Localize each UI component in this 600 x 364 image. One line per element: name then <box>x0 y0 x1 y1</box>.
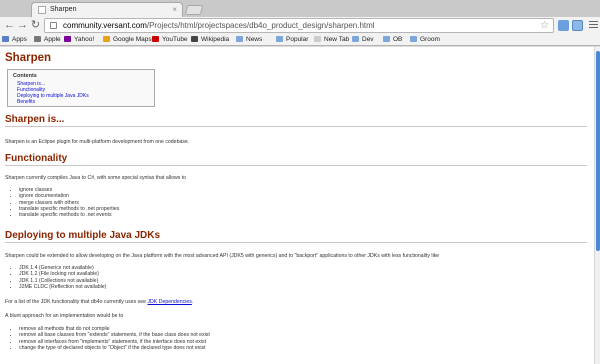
bookmark-item[interactable]: Dev <box>352 35 374 45</box>
tab-strip: Sharpen × <box>0 0 600 17</box>
bookmark-item[interactable]: Google Maps <box>103 35 152 45</box>
bookmark-label: New Tab <box>324 36 350 43</box>
reload-icon[interactable]: ↻ <box>29 19 42 32</box>
folder-icon <box>236 36 243 42</box>
list-item: remove all base classes from "extends" s… <box>19 332 210 338</box>
url-text: community.versant.com/Projects/html/proj… <box>63 19 375 32</box>
youtube-icon <box>152 36 159 42</box>
bookmark-label: OB <box>393 36 403 43</box>
list-item: J2ME CLDC (Reflection not available) <box>19 284 106 290</box>
folder-icon <box>276 36 283 42</box>
bookmark-item[interactable]: Apple <box>34 35 61 45</box>
folder-icon <box>410 36 417 42</box>
bookmark-star-icon[interactable]: ☆ <box>540 19 549 32</box>
toc-link[interactable]: Benefits <box>13 99 149 105</box>
extension-icon[interactable] <box>572 20 583 31</box>
apps-grid-icon <box>2 36 9 42</box>
tab-title: Sharpen <box>50 6 77 13</box>
vertical-scrollbar[interactable] <box>594 47 600 364</box>
bookmark-item[interactable]: News <box>236 35 262 45</box>
deps-suffix: . <box>191 299 194 305</box>
jdk-dependencies-text: For a list of the JDK functionality that… <box>5 299 193 305</box>
bookmark-item[interactable]: Wikipedia <box>191 35 229 45</box>
bookmark-label: Wikipedia <box>201 36 230 43</box>
functionality-list: ignore classes ignore documentation merg… <box>19 187 119 218</box>
bookmark-label: News <box>246 36 263 43</box>
back-icon[interactable]: ← <box>3 19 16 32</box>
apple-icon <box>34 36 41 42</box>
google-maps-icon <box>103 36 110 42</box>
functionality-intro: Sharpen currently compiles Java to C#, w… <box>5 175 187 181</box>
scrollbar-thumb[interactable] <box>596 51 600 251</box>
yahoo-icon <box>64 36 71 42</box>
jdk-list: JDK 1.4 (Generics not available) JDK 1.2… <box>19 265 106 290</box>
bookmark-label: Yahoo! <box>74 36 95 43</box>
new-tab-button[interactable] <box>184 5 204 15</box>
tab-sharpen[interactable]: Sharpen × <box>31 2 183 17</box>
bookmark-item[interactable]: Groom <box>410 35 440 45</box>
sharpen-is-text: Sharpen is an Eclipse plugin for multi-p… <box>5 139 190 145</box>
page-icon <box>314 36 321 42</box>
folder-icon <box>352 36 359 42</box>
bookmark-label: Popular <box>286 36 309 43</box>
list-item: JDK 1.2 (File locking not available) <box>19 271 106 277</box>
list-item: change the type of declared objects to "… <box>19 345 210 351</box>
list-item: JDK 1.1 (Collections not available) <box>19 278 106 284</box>
section-heading-deploying: Deploying to multiple Java JDKs <box>5 230 587 243</box>
toc-heading: Contents <box>13 73 37 79</box>
page-info-icon[interactable] <box>50 22 57 29</box>
page-favicon-icon <box>38 6 46 14</box>
list-item: translate specific methods to .net event… <box>19 212 119 218</box>
bookmark-label: YouTube <box>162 36 188 43</box>
tab-close-icon[interactable]: × <box>172 5 177 14</box>
page-viewport: Sharpen Contents Sharpen is... Functiona… <box>0 47 594 364</box>
bookmark-label: Google Maps <box>113 36 152 43</box>
bookmark-item[interactable]: Yahoo! <box>64 35 94 45</box>
blunt-approach-text: A blunt approach for an implementation w… <box>5 313 124 319</box>
section-heading-functionality: Functionality <box>5 153 587 166</box>
table-of-contents: Contents Sharpen is... Functionality Dep… <box>7 69 155 107</box>
bookmark-label: Apps <box>12 36 27 43</box>
jdk-dependencies-link[interactable]: JDK Dependencies <box>147 299 191 305</box>
bookmark-label: Apple <box>44 36 61 43</box>
bookmark-item[interactable]: OB <box>383 35 402 45</box>
deploying-intro: Sharpen could be extended to allow devel… <box>5 253 440 259</box>
wikipedia-icon <box>191 36 198 42</box>
implementation-steps-list: remove all methods that do not compile r… <box>19 326 210 351</box>
bookmark-item[interactable]: Popular <box>276 35 308 45</box>
url-host: community.versant.com <box>63 21 147 30</box>
bookmark-label: Groom <box>420 36 440 43</box>
address-bar[interactable]: community.versant.com/Projects/html/proj… <box>44 18 554 33</box>
url-path: /Projects/html/projectspaces/db4o_produc… <box>146 21 375 30</box>
folder-icon <box>383 36 390 42</box>
chrome-menu-icon[interactable] <box>589 21 598 30</box>
bookmark-label: Dev <box>362 36 374 43</box>
deps-prefix: For a list of the JDK functionality that… <box>5 299 146 305</box>
bookmark-item[interactable]: Apps <box>2 35 27 45</box>
page-title: Sharpen <box>5 52 52 64</box>
extension-icon[interactable] <box>558 20 569 31</box>
section-heading-sharpen-is: Sharpen is... <box>5 114 587 127</box>
list-item: remove all interfaces from "implements" … <box>19 339 210 345</box>
bookmark-item[interactable]: YouTube <box>152 35 188 45</box>
forward-icon[interactable]: → <box>16 19 29 32</box>
browser-toolbar: ← → ↻ community.versant.com/Projects/htm… <box>0 17 600 34</box>
bookmarks-bar: Apps Apple Yahoo! Google Maps YouTube Wikiped… <box>0 34 600 46</box>
bookmark-item[interactable]: New Tab <box>314 35 349 45</box>
